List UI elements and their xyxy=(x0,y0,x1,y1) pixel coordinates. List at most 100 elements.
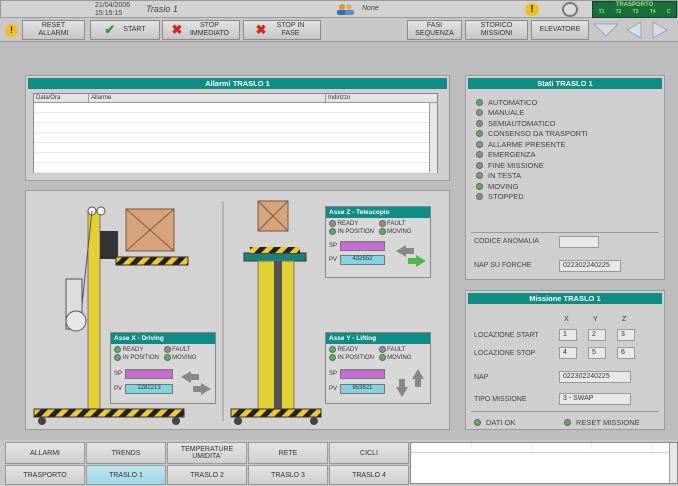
status-item: SEMIAUTOMATICO xyxy=(476,118,664,129)
anomaly-label: CODICE ANOMALIA xyxy=(474,238,539,245)
hmi-screen: 21/04/2006 15:15:15 Traslo 1 None ! TRAS… xyxy=(0,0,678,486)
led-icon xyxy=(378,346,386,353)
start-z[interactable]: 3 xyxy=(617,329,635,341)
warning-icon: ! xyxy=(5,24,18,37)
tab-traslo-2[interactable]: TRASLO 2 xyxy=(167,465,247,485)
alarms-panel: Allarmi TRASLO 1 Data/Ora Allarme Indiri… xyxy=(25,75,450,181)
nap-field[interactable]: 022302240225 xyxy=(559,371,631,383)
axis-y-title: Asse Y - Lifting xyxy=(326,333,430,344)
stop-immediate-button[interactable]: ✖ STOP IMMEDIATO xyxy=(162,20,240,40)
stop-phase-button[interactable]: ✖ STOP IN FASE xyxy=(243,20,321,40)
led-icon xyxy=(564,418,571,426)
start-button[interactable]: ✔ START xyxy=(90,20,160,40)
time-text: 15:15:15 xyxy=(95,9,123,17)
led-icon xyxy=(476,140,483,148)
start-label: LOCAZIONE START xyxy=(474,332,539,339)
message-log[interactable] xyxy=(410,442,678,484)
status-item: MANUALE xyxy=(476,108,664,119)
col-date[interactable]: Data/Ora xyxy=(34,94,89,102)
status-list: AUTOMATICO MANUALE SEMIAUTOMATICO CONSENSO … xyxy=(466,91,664,202)
nap-label: NAP xyxy=(474,374,489,381)
tab-traslo-4[interactable]: TRASLO 4 xyxy=(329,465,409,485)
led-icon xyxy=(329,346,336,353)
elevator-label: ELEVATORE xyxy=(539,26,581,33)
tab-cicli[interactable]: CICLI xyxy=(329,442,409,464)
inpos-label: IN POSITION xyxy=(337,355,375,362)
tab-traslo-1[interactable]: TRASLO 1 xyxy=(86,465,166,485)
alarms-table[interactable]: Data/Ora Allarme Indirizzo xyxy=(33,93,438,173)
moving-state: MOVING xyxy=(163,354,213,361)
alarms-title: Allarmi TRASLO 1 xyxy=(28,78,447,89)
led-icon xyxy=(476,130,483,138)
sp-field[interactable] xyxy=(340,241,385,251)
mission-title: Missione TRASLO 1 xyxy=(468,293,662,304)
chip: T4 xyxy=(649,9,656,15)
sp-field[interactable] xyxy=(340,369,385,379)
stop-z[interactable]: 6 xyxy=(617,347,635,359)
fault-state: FAULT xyxy=(378,346,428,353)
divider xyxy=(471,232,659,233)
start-y[interactable]: 2 xyxy=(588,329,606,341)
col-addr[interactable]: Indirizzo xyxy=(326,94,437,102)
led-icon xyxy=(476,182,483,190)
alarms-rows xyxy=(34,103,437,173)
led-icon xyxy=(476,98,483,106)
elevator-button[interactable]: ELEVATORE xyxy=(531,20,589,40)
led-icon xyxy=(114,354,121,362)
history-button[interactable]: STORICO MISSIONI xyxy=(465,20,528,40)
status-label: AUTOMATICO xyxy=(488,97,538,107)
type-field[interactable]: 3 - SWAP xyxy=(559,393,631,405)
chip: C xyxy=(666,9,671,15)
anomaly-field xyxy=(559,236,599,248)
left-arrow-icon[interactable] xyxy=(624,20,644,40)
log-grid xyxy=(411,443,677,453)
tab-trasporto[interactable]: TRASPORTO xyxy=(5,465,85,485)
sp-field[interactable] xyxy=(125,369,173,379)
status-label: CONSENSO DA TRASPORTI xyxy=(488,129,588,139)
clock-icon[interactable] xyxy=(562,2,578,17)
down-arrow-icon[interactable] xyxy=(592,22,620,38)
col-alarm[interactable]: Allarme xyxy=(89,94,326,102)
status-label: ALLARME PRESENTE xyxy=(488,139,566,149)
inpos-label: IN POSITION xyxy=(337,229,375,236)
alarms-scrollbar[interactable] xyxy=(429,103,437,172)
nav-tabs: ALLARMI TRENDS TEMPERATURE UMIDITA' RETE… xyxy=(5,442,409,485)
chip: T1 xyxy=(598,9,605,15)
stop-y[interactable]: 5 xyxy=(588,347,606,359)
chip: T2 xyxy=(615,9,622,15)
module-title: TRASPORTO xyxy=(615,2,654,8)
warning-icon[interactable]: ! xyxy=(525,3,539,16)
stop-x[interactable]: 4 xyxy=(559,347,577,359)
drive-arrows-icon xyxy=(181,371,211,395)
reset-alarms-button[interactable]: ! RESET ALLARMI xyxy=(5,20,85,40)
tab-allarmi[interactable]: ALLARMI xyxy=(5,442,85,464)
status-item: CONSENSO DA TRASPORTI xyxy=(476,129,664,140)
z-label: Z xyxy=(622,316,627,323)
tab-traslo-3[interactable]: TRASLO 3 xyxy=(248,465,328,485)
ready-state: READY xyxy=(329,346,378,353)
inpos-state: IN POSITION xyxy=(114,354,163,361)
start-x[interactable]: 1 xyxy=(559,329,577,341)
start-label: START xyxy=(123,26,146,33)
module-box[interactable]: TRASPORTO T1 T2 T3 T4 C xyxy=(592,1,677,18)
log-scrollbar[interactable] xyxy=(669,443,677,483)
status-item: AUTOMATICO xyxy=(476,97,664,108)
nap-fork-field: 022302240225 xyxy=(559,260,621,272)
pv-label: PV xyxy=(329,386,338,392)
x-icon: ✖ xyxy=(171,22,183,37)
users-icon[interactable] xyxy=(335,3,355,15)
dati-ok-label: DATI OK xyxy=(486,417,516,427)
tab-trends[interactable]: TRENDS xyxy=(86,442,166,464)
phases-button[interactable]: FASI SEQUENZA xyxy=(407,20,462,40)
reset-mission-button[interactable]: RESET MISSIONE xyxy=(564,417,640,428)
axis-z-states: READY FAULT IN POSITION MOVING xyxy=(326,218,430,237)
tab-temperature[interactable]: TEMPERATURE UMIDITA' xyxy=(167,442,247,464)
fault-state: FAULT xyxy=(163,346,213,353)
ready-state: READY xyxy=(329,220,378,227)
history-label: STORICO MISSIONI xyxy=(480,22,513,37)
x-icon: ✖ xyxy=(255,22,267,37)
tab-rete[interactable]: RETE xyxy=(248,442,328,464)
led-icon xyxy=(114,346,121,353)
right-arrow-icon[interactable] xyxy=(650,20,670,40)
pv-label: PV xyxy=(329,257,338,263)
